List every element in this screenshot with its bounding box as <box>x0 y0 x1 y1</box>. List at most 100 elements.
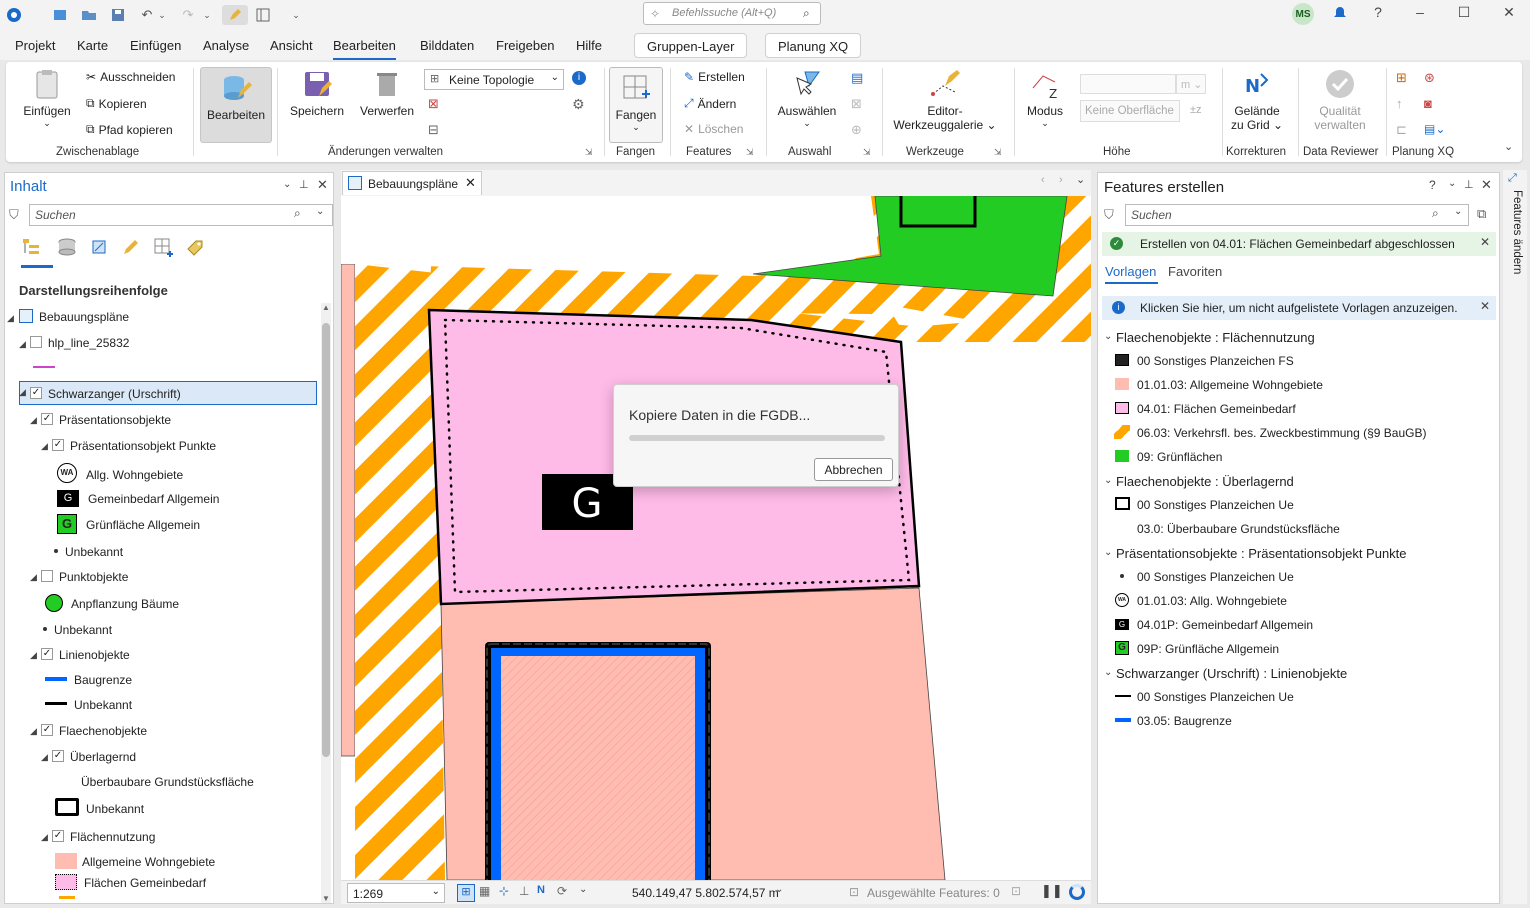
tree-unbekannt-4[interactable]: Unbekannt <box>86 802 144 816</box>
validate-icon[interactable]: ⊟ <box>428 122 439 138</box>
tree-gemeinbedarf[interactable]: Gemeinbedarf Allgemein <box>88 492 219 506</box>
north-icon[interactable]: N <box>537 884 545 896</box>
close-icon[interactable]: ✕ <box>1497 4 1521 24</box>
dialog-launcher-icon[interactable]: ⇲ <box>994 147 1002 158</box>
template-item[interactable]: 01.01.03: Allgemeine Wohngebiete <box>1137 378 1323 392</box>
menu-projekt[interactable]: Projekt <box>15 38 55 53</box>
rotate-icon[interactable]: ⟳ <box>557 884 567 898</box>
save-edits-button[interactable]: Speichern <box>286 68 348 118</box>
chevron-down-icon[interactable]: ⌄ <box>316 206 324 217</box>
collapse-group-icon[interactable]: ⌄ <box>1104 667 1112 678</box>
template-item[interactable]: 00 Sonstiges Planzeichen Ue <box>1137 690 1294 704</box>
snap-points-icon[interactable]: ⊹ <box>499 884 509 898</box>
discard-edits-button[interactable]: Verwerfen <box>356 68 418 118</box>
copy-button[interactable]: ⧉ Kopieren <box>86 96 147 111</box>
planung-table-icon[interactable]: ▤⌄ <box>1424 122 1445 136</box>
surface-select[interactable]: Keine Oberfläche <box>1080 100 1180 122</box>
tab-scroll-left-icon[interactable]: ‹ <box>1041 174 1045 186</box>
edit-pencil-icon[interactable] <box>222 5 248 25</box>
template-item[interactable]: 04.01P: Gemeinbedarf Allgemein <box>1137 618 1313 632</box>
map-tab[interactable]: Bebauungspläne ✕ <box>342 171 482 195</box>
list-by-selection-icon[interactable] <box>89 237 109 260</box>
pane-options-icon[interactable]: ⌄ <box>283 179 291 190</box>
layer-checkbox-checked[interactable]: ✓ <box>52 439 64 451</box>
list-by-source-icon[interactable] <box>57 237 77 260</box>
collapse-group-icon[interactable]: ⌄ <box>1104 547 1112 558</box>
pin-icon[interactable]: ⊥ <box>299 178 309 191</box>
open-project-icon[interactable] <box>79 5 99 25</box>
menu-einfuegen[interactable]: Einfügen <box>130 38 181 53</box>
tab-list-icon[interactable]: ⌄ <box>1076 173 1085 186</box>
topology-select[interactable]: Keine Topologie ⌄ ⊞ <box>424 69 564 90</box>
search-icon[interactable]: ⌕ <box>1432 206 1439 221</box>
dialog-launcher-icon[interactable]: ⇲ <box>746 147 754 158</box>
templates-search-input[interactable]: Suchen <box>1125 204 1469 226</box>
layer-checkbox[interactable] <box>41 570 53 582</box>
scale-select[interactable]: 1:269 ⌄ <box>347 883 445 903</box>
tree-unbekannt-2[interactable]: Unbekannt <box>54 623 112 637</box>
pin-icon[interactable]: ⊥ <box>1464 178 1474 191</box>
menu-bearbeiten[interactable]: Bearbeiten <box>333 38 396 60</box>
tab-gruppen-layer[interactable]: Gruppen-Layer <box>634 33 748 58</box>
dismiss-icon[interactable]: ✕ <box>1480 299 1490 313</box>
template-item[interactable]: 00 Sonstiges Planzeichen FS <box>1137 354 1294 368</box>
scroll-down-icon[interactable]: ▼ <box>322 894 330 903</box>
tree-flaechen-gemeinbedarf[interactable]: Flächen Gemeinbedarf <box>84 876 206 890</box>
tree-flaechenobjekte[interactable]: Flaechenobjekte <box>59 724 147 738</box>
list-by-labeling-icon[interactable] <box>185 237 205 260</box>
template-group-header[interactable]: Präsentationsobjekte : Präsentationsobje… <box>1116 546 1407 561</box>
planung-export-icon[interactable]: ⊛ <box>1424 70 1435 86</box>
redo-dropdown-icon[interactable]: ⌄ <box>197 5 217 25</box>
search-icon[interactable]: ⌕ <box>803 6 810 21</box>
map-view[interactable]: G <box>341 196 1091 880</box>
filter-icon[interactable]: ⛉ <box>1104 207 1114 223</box>
layer-checkbox-checked[interactable]: ✓ <box>41 413 53 425</box>
scroll-up-icon[interactable]: ▲ <box>322 303 330 312</box>
planung-import-icon[interactable]: ⊞ <box>1396 70 1407 86</box>
collapse-arrow-icon[interactable]: ◢ <box>41 832 48 843</box>
menu-ansicht[interactable]: Ansicht <box>270 38 313 53</box>
cancel-button[interactable]: Abbrechen <box>814 458 893 481</box>
cut-button[interactable]: ✂ Ausschneiden <box>86 70 175 84</box>
modify-features-icon[interactable]: ⤢ <box>1508 172 1517 185</box>
scrollbar[interactable]: ▲ ▼ <box>321 303 331 903</box>
contents-search-input[interactable]: Suchen <box>29 204 333 226</box>
menu-bilddaten[interactable]: Bilddaten <box>420 38 474 53</box>
create-features-button[interactable]: ✎ Erstellen <box>684 70 745 84</box>
refresh-selection-icon[interactable]: ⊡ <box>1011 884 1021 898</box>
customize-toolbar-icon[interactable]: ⌄ <box>286 5 306 25</box>
layout-icon[interactable] <box>253 5 273 25</box>
dialog-launcher-icon[interactable]: ⇲ <box>863 147 871 158</box>
tree-ueberbaubare[interactable]: Überbaubare Grundstücksfläche <box>81 775 254 789</box>
dismiss-icon[interactable]: ✕ <box>1480 235 1490 249</box>
redo-icon[interactable]: ↷ <box>178 5 198 25</box>
template-item[interactable]: 00 Sonstiges Planzeichen Ue <box>1137 570 1294 584</box>
list-by-snapping-icon[interactable] <box>153 237 173 260</box>
tree-flaechennutzung[interactable]: Flächennutzung <box>70 830 155 844</box>
tree-gruenflaeche[interactable]: Grünfläche Allgemein <box>86 518 200 532</box>
manage-quality-button[interactable]: Qualität verwalten <box>1306 68 1374 132</box>
collapse-arrow-icon[interactable]: ◢ <box>41 441 48 452</box>
info-icon[interactable]: i <box>572 71 586 85</box>
help-icon[interactable]: ? <box>1429 178 1436 192</box>
help-icon[interactable]: ? <box>1366 4 1390 24</box>
close-tab-icon[interactable]: ✕ <box>465 175 476 191</box>
planung-frame-icon[interactable]: ⊏ <box>1396 122 1407 138</box>
template-item[interactable]: 06.03: Verkehrsfl. bes. Zweckbestimmung … <box>1137 426 1426 440</box>
collapse-arrow-icon[interactable]: ◢ <box>19 339 26 350</box>
table-grid-icon[interactable]: ▦ <box>479 884 490 898</box>
template-item[interactable]: 03.0: Überbaubare Grundstücksfläche <box>1137 522 1340 536</box>
new-project-icon[interactable] <box>50 5 70 25</box>
menu-hilfe[interactable]: Hilfe <box>576 38 602 53</box>
unit-select[interactable]: m ⌄ <box>1176 74 1206 94</box>
layer-checkbox-checked[interactable]: ✓ <box>52 830 64 842</box>
menu-karte[interactable]: Karte <box>77 38 108 53</box>
template-item[interactable]: 09P: Grünfläche Allgemein <box>1137 642 1279 656</box>
collapse-arrow-icon[interactable]: ◢ <box>7 313 14 324</box>
template-item[interactable]: 03.05: Baugrenze <box>1137 714 1232 728</box>
copy-path-button[interactable]: ⧉ Pfad kopieren <box>86 122 173 137</box>
layer-checkbox-checked[interactable]: ✓ <box>30 387 42 399</box>
editor-tool-gallery-button[interactable]: Editor- Werkzeuggalerie ⌄ <box>892 68 998 132</box>
measure-icon[interactable]: ⊥ <box>519 884 529 898</box>
tree-praesentationsobjekte[interactable]: Präsentationsobjekte <box>59 413 171 427</box>
